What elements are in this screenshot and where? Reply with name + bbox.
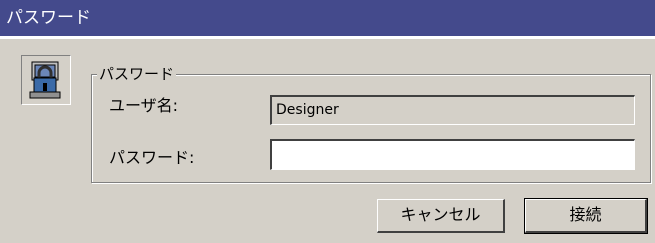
password-field[interactable] bbox=[270, 139, 635, 170]
username-label: ユーザ名: bbox=[109, 96, 179, 115]
username-field[interactable]: Designer bbox=[270, 95, 635, 125]
window-title: パスワード bbox=[6, 8, 91, 28]
connect-button[interactable]: 接続 bbox=[524, 198, 648, 234]
cancel-button[interactable]: キャンセル bbox=[377, 199, 505, 233]
title-bar: パスワード bbox=[0, 0, 655, 39]
password-label: パスワード: bbox=[109, 148, 195, 167]
dialog-body: パスワード ユーザ名: Designer パスワード: キャンセル 接続 bbox=[0, 39, 655, 243]
groupbox-title: パスワード bbox=[97, 64, 177, 84]
lock-icon bbox=[21, 55, 71, 105]
